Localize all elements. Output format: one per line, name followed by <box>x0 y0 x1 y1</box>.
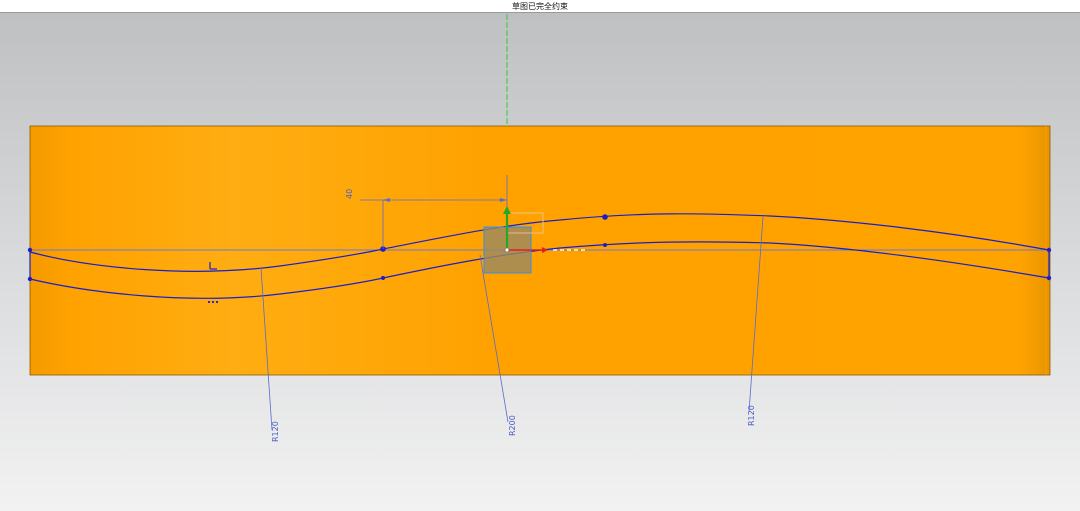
status-bar: 草图已完全约束 <box>0 0 1080 13</box>
radius-middle-value: R200 <box>508 415 517 436</box>
graphics-viewport[interactable]: 40 R120 R200 R120 <box>0 13 1080 511</box>
horizontal-dimension-value: 40 <box>345 189 354 199</box>
sketch-point[interactable] <box>1046 247 1052 253</box>
sketch-point[interactable] <box>27 276 33 282</box>
sketch-point[interactable] <box>602 214 608 220</box>
status-message: 草图已完全约束 <box>512 2 568 11</box>
constraint-dots-icon[interactable] <box>207 300 219 304</box>
sketch-point[interactable] <box>603 243 607 247</box>
radius-right-value: R120 <box>747 405 756 426</box>
radius-left-value: R120 <box>271 421 280 442</box>
sketch-point[interactable] <box>1046 275 1052 281</box>
sketch-point[interactable] <box>381 276 385 280</box>
sketch-point[interactable] <box>27 247 33 253</box>
